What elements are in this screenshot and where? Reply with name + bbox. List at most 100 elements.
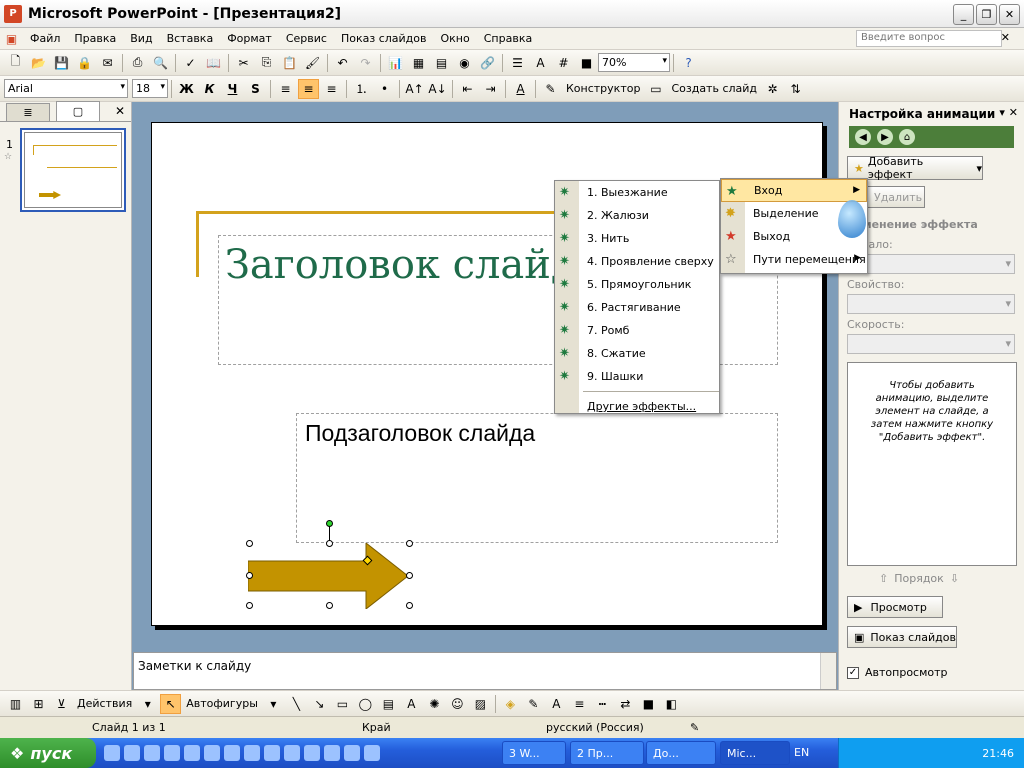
maximize-button[interactable]: ❐ [976,4,997,25]
bold-button[interactable]: Ж [176,79,197,99]
transitions-icon[interactable]: ⇅ [785,79,806,99]
task-pane-controls[interactable]: ▾ ✕ [999,106,1018,119]
menu-edit[interactable]: Правка [67,32,123,45]
underline-button[interactable]: Ч [222,79,243,99]
resize-handle-s[interactable] [326,602,333,609]
font-color-draw-icon[interactable]: A [546,694,567,714]
subtitle-placeholder[interactable]: Подзаголовок слайда [296,413,778,543]
copy-icon[interactable]: ⎘ [256,53,277,73]
shadow-button[interactable]: S [245,79,266,99]
menu-slideshow[interactable]: Показ слайдов [334,32,434,45]
task-programs[interactable]: 2 Пр... [570,741,644,765]
effect-item[interactable]: ✷ 2. Жалюзи [555,204,719,227]
ask-question-input[interactable]: Введите вопрос [856,30,1002,47]
decrease-indent-icon[interactable]: ⇤ [457,79,478,99]
animation-list[interactable]: Чтобы добавить анимацию, выделите элемен… [847,362,1017,566]
increase-font-icon[interactable]: A↑ [404,79,425,99]
font-select[interactable]: Arial [4,79,128,98]
menu-insert[interactable]: Вставка [160,32,221,45]
animation-icon[interactable]: ✲ [762,79,783,99]
line-icon[interactable]: ╲ [286,694,307,714]
cut-icon[interactable]: ✂ [233,53,254,73]
hyperlink-icon[interactable]: 🔗 [477,53,498,73]
effect-item[interactable]: ✷ 5. Прямоугольник [555,273,719,296]
new-slide-button[interactable]: Создать слайд [667,82,761,95]
quicklaunch-icon[interactable] [224,745,240,761]
insert-table-icon[interactable]: ▦ [408,53,429,73]
quicklaunch-icon[interactable] [344,745,360,761]
move-up-icon[interactable]: ⇧ [879,572,888,585]
menu-help[interactable]: Справка [477,32,539,45]
zoom-select[interactable]: 70% [598,53,670,72]
normal-view-icon[interactable]: ▥ [5,694,26,714]
effect-item[interactable]: ✷ 6. Растягивание [555,296,719,319]
effect-item[interactable]: ✷ 1. Выезжание [555,181,719,204]
font-color-icon[interactable]: A [510,79,531,99]
powerpoint-app-icon[interactable]: P [4,4,22,23]
quicklaunch-icon[interactable] [144,745,160,761]
show-formatting-icon[interactable]: A [530,53,551,73]
slide-thumbnail[interactable] [20,128,126,212]
actions-menu[interactable]: Действия [73,697,136,710]
start-select[interactable] [847,254,1015,274]
tab-slides[interactable]: ▢ [56,101,100,121]
format-painter-icon[interactable]: 🖌 [302,53,323,73]
notes-pane[interactable]: Заметки к слайду [133,652,837,690]
home-icon[interactable]: ⌂ [899,129,915,145]
dash-style-icon[interactable]: ┅ [592,694,613,714]
resize-handle-nw[interactable] [246,540,253,547]
align-left-icon[interactable]: ≡ [275,79,296,99]
menu-file[interactable]: Файл [23,32,67,45]
minimize-button[interactable]: _ [953,4,974,25]
slideshow-view-icon[interactable]: ⊻ [51,694,72,714]
quicklaunch-icon[interactable] [204,745,220,761]
redo-icon[interactable]: ↷ [355,53,376,73]
autoshapes-menu[interactable]: Автофигуры [182,697,262,710]
clock[interactable]: 21:46 [982,747,1014,760]
quicklaunch-icon[interactable] [104,745,120,761]
menu-window[interactable]: Окно [434,32,477,45]
slideshow-button[interactable]: ▣ Показ слайдов [847,626,957,648]
print-preview-icon[interactable]: 🔍 [150,53,171,73]
effect-item[interactable]: ✷ 8. Сжатие [555,342,719,365]
quicklaunch-icon[interactable] [124,745,140,761]
spelling-status-icon[interactable]: ✎ [690,721,699,734]
wordart-icon[interactable]: A [401,694,422,714]
move-down-icon[interactable]: ⇩ [950,572,959,585]
quicklaunch-icon[interactable] [264,745,280,761]
property-select[interactable] [847,294,1015,314]
task-explorer[interactable]: 3 W... [502,741,566,765]
arrow-style-icon[interactable]: ⇄ [615,694,636,714]
open-icon[interactable]: 📂 [28,53,49,73]
effect-item[interactable]: ✷ 3. Нить [555,227,719,250]
resize-handle-w[interactable] [246,572,253,579]
undo-icon[interactable]: ↶ [332,53,353,73]
diagram-icon[interactable]: ✺ [424,694,445,714]
tables-borders-icon[interactable]: ▤ [431,53,452,73]
effect-item[interactable]: ✷ 9. Шашки [555,365,719,388]
research-icon[interactable]: 📖 [203,53,224,73]
expand-all-icon[interactable]: ☰ [507,53,528,73]
color-grayscale-icon[interactable]: ■ [576,53,597,73]
effect-item[interactable]: ✷ 7. Ромб [555,319,719,342]
preview-button[interactable]: ▶ Просмотр [847,596,943,618]
decrease-font-icon[interactable]: A↓ [427,79,448,99]
start-button[interactable]: ❖ пуск [0,738,96,768]
shadow-style-icon[interactable]: ■ [638,694,659,714]
email-icon[interactable]: ✉ [97,53,118,73]
quicklaunch-icon[interactable] [244,745,260,761]
resize-handle-se[interactable] [406,602,413,609]
resize-handle-ne[interactable] [406,540,413,547]
fill-color-icon[interactable]: ◈ [500,694,521,714]
forward-icon[interactable]: ▶ [877,129,893,145]
rectangle-icon[interactable]: ▭ [332,694,353,714]
clipart-icon[interactable]: ☺ [447,694,468,714]
paste-icon[interactable]: 📋 [279,53,300,73]
document-icon[interactable]: ▣ [1,29,22,49]
tab-outline[interactable]: ≣ [6,103,50,121]
quicklaunch-icon[interactable] [164,745,180,761]
resize-handle-e[interactable] [406,572,413,579]
menu-format[interactable]: Формат [220,32,279,45]
close-document-icon[interactable]: ✕ [1001,31,1010,44]
new-icon[interactable]: 🗋 [5,53,26,73]
